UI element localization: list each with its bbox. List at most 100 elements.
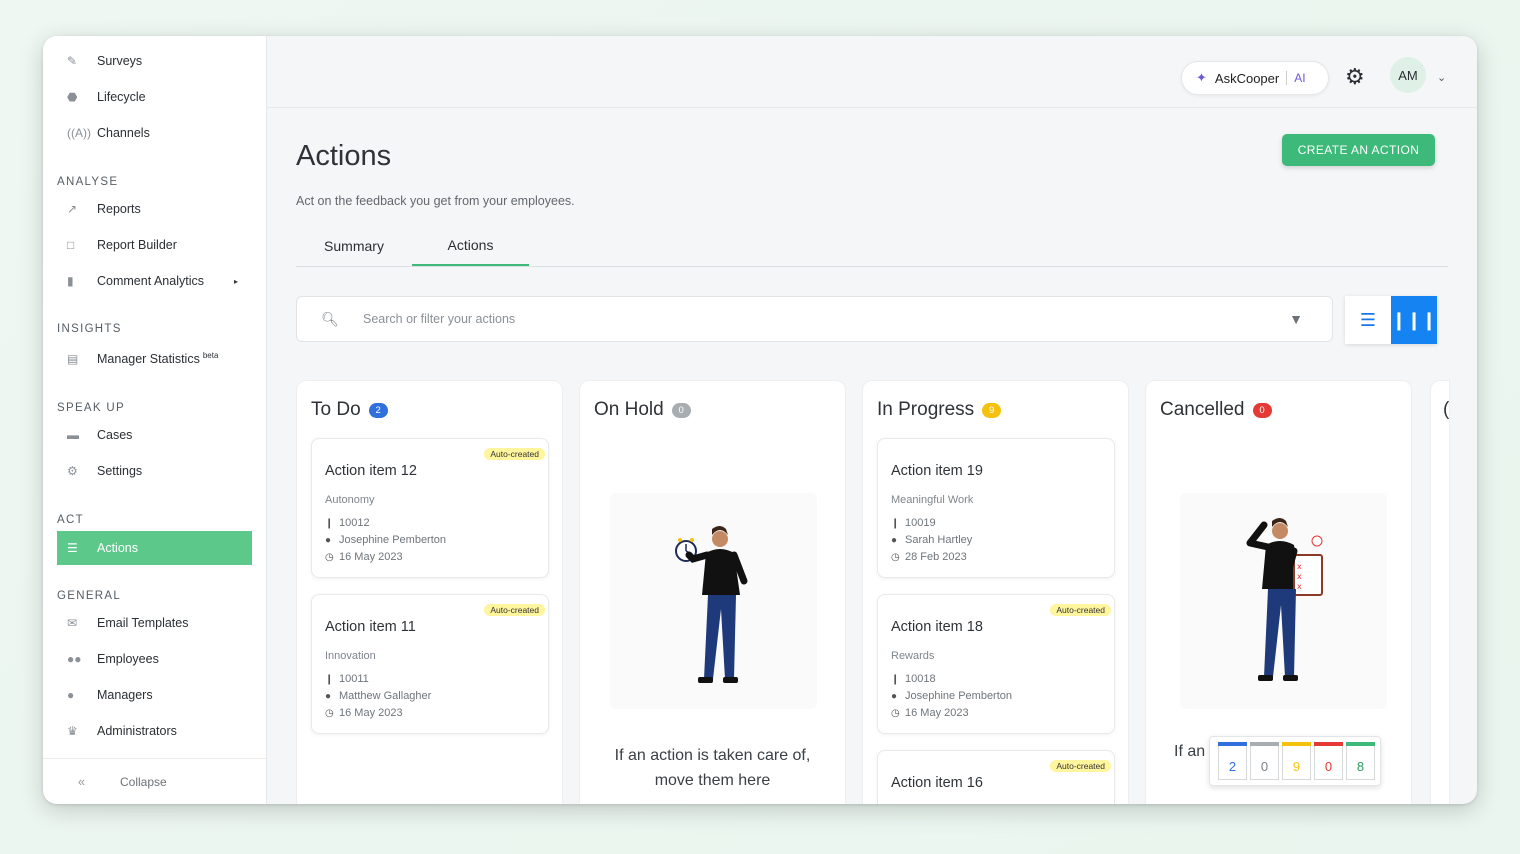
sidebar-item-label: Comment Analytics	[97, 274, 204, 288]
askcooper-button[interactable]: ✦ AskCooper AI	[1181, 61, 1329, 95]
askcooper-label: AskCooper	[1214, 70, 1280, 86]
list-view-button[interactable]: ☰	[1345, 296, 1391, 344]
barcode-icon: ❙	[325, 673, 334, 685]
page-subtitle: Act on the feedback you get from your em…	[296, 194, 575, 208]
email-template-icon: ✉	[67, 616, 78, 630]
card-date-row: ◷ 16 May 2023	[891, 707, 969, 719]
card-date-row: ◷ 28 Feb 2023	[891, 551, 967, 563]
action-card[interactable]: Auto-created Action item 18 Rewards ❙ 100…	[877, 594, 1115, 734]
section-label-general: GENERAL	[57, 590, 122, 602]
mini-board-cell: 0	[1250, 742, 1279, 780]
card-id-row: ❙ 10012	[325, 517, 370, 529]
brush-icon: ✎	[67, 54, 78, 68]
card-date-row: ◷ 16 May 2023	[325, 707, 403, 719]
search-bar: 🔍︎ ▼	[296, 296, 1333, 342]
sidebar-item-lifecycle[interactable]: ⬣ Lifecycle	[57, 80, 252, 114]
card-title: Action item 12	[325, 463, 417, 479]
action-card[interactable]: Auto-created Action item 16	[877, 750, 1115, 804]
sidebar-item-surveys[interactable]: ✎ Surveys	[57, 44, 252, 78]
avatar[interactable]: AM	[1390, 57, 1426, 93]
section-label-insights: INSIGHTS	[57, 323, 122, 335]
settings-gear-icon[interactable]: ⚙	[1345, 64, 1365, 90]
count-badge: 0	[1252, 402, 1272, 418]
collapse-label: Collapse	[120, 774, 167, 789]
sidebar-item-email-templates[interactable]: ✉ Email Templates	[57, 606, 252, 640]
mini-board-cell: 8	[1346, 742, 1375, 780]
page-title: Actions	[296, 140, 392, 172]
lifecycle-icon: ⬣	[67, 90, 78, 104]
column-title: To Do	[311, 399, 361, 420]
sidebar-item-channels[interactable]: ((A)) Channels	[57, 116, 252, 150]
clock-icon: ◷	[891, 551, 900, 563]
mini-board-cell: 9	[1282, 742, 1311, 780]
collapse-button[interactable]: « Collapse	[43, 758, 267, 804]
user-icon: ●	[325, 690, 332, 702]
clock-icon: ◷	[325, 707, 334, 719]
ai-label: AI	[1294, 71, 1306, 85]
search-input[interactable]	[363, 312, 1260, 326]
column-in-progress: In Progress 9 Action item 19 Meaningful …	[862, 380, 1129, 804]
card-id-row: ❙ 10018	[891, 673, 936, 685]
column-title: On Hold	[594, 399, 664, 420]
sidebar-item-reports[interactable]: ↗ Reports	[57, 192, 252, 226]
action-card[interactable]: Action item 19 Meaningful Work ❙ 10019 ● S…	[877, 438, 1115, 578]
barcode-icon: ❙	[891, 517, 900, 529]
sidebar: ✎ Surveys ⬣ Lifecycle ((A)) Channels ANA…	[43, 36, 267, 804]
card-title: Action item 19	[891, 463, 983, 479]
tab-summary[interactable]: Summary	[296, 226, 412, 266]
section-label-act: ACT	[57, 514, 84, 526]
auto-created-badge: Auto-created	[1050, 760, 1111, 772]
svg-text:x: x	[1297, 572, 1302, 581]
card-person-row: ● Josephine Pemberton	[325, 534, 447, 546]
card-date-row: ◷ 16 May 2023	[325, 551, 403, 563]
board-view-button[interactable]: ❙❙❙	[1391, 296, 1437, 344]
auto-created-badge: Auto-created	[484, 604, 545, 616]
filter-icon[interactable]: ▼	[1260, 311, 1332, 327]
sidebar-item-settings[interactable]: ⚙ Settings	[57, 454, 252, 488]
divider	[1286, 71, 1288, 85]
gear-icon: ⚙	[67, 464, 78, 478]
count-badge: 2	[368, 402, 388, 418]
card-title: Action item 11	[325, 619, 416, 635]
sidebar-item-label: Actions	[97, 541, 138, 555]
card-person-row: ● Sarah Hartley	[891, 534, 973, 546]
empty-state-text: If an	[1174, 743, 1206, 760]
column-header: In Progress 9	[877, 399, 1002, 421]
sidebar-item-report-builder[interactable]: □ Report Builder	[57, 228, 252, 262]
sidebar-item-employees[interactable]: ●● Employees	[57, 642, 252, 676]
empty-state-illustration	[610, 493, 817, 709]
board-view-icon: ❙❙❙	[1391, 309, 1437, 330]
mini-board-cell: 0	[1314, 742, 1343, 780]
sidebar-item-label: Cases	[97, 428, 133, 442]
auto-created-badge: Auto-created	[1050, 604, 1111, 616]
column-todo: To Do 2 Auto-created Action item 12 Auto…	[296, 380, 563, 804]
card-category: Innovation	[325, 650, 376, 662]
tab-actions[interactable]: Actions	[412, 226, 529, 266]
section-label-analyse: ANALYSE	[57, 176, 119, 188]
sidebar-item-actions[interactable]: ☰ Actions	[57, 531, 252, 565]
action-card[interactable]: Auto-created Action item 12 Autonomy ❙ 10…	[311, 438, 549, 578]
column-next-partial: (	[1430, 380, 1450, 804]
sidebar-item-managers[interactable]: ● Managers	[57, 678, 252, 712]
empty-state-text: If an action is taken care of, move them…	[614, 747, 811, 789]
search-icon: 🔍︎	[321, 310, 339, 327]
sidebar-item-label: Report Builder	[97, 238, 177, 252]
create-action-button[interactable]: CREATE AN ACTION	[1282, 134, 1435, 166]
action-card[interactable]: Auto-created Action item 11 Innovation ❙…	[311, 594, 549, 734]
sidebar-item-comment-analytics[interactable]: ▮ Comment Analytics ▸	[57, 264, 252, 298]
chevron-down-icon[interactable]: ⌄	[1437, 71, 1446, 84]
app-window: ✎ Surveys ⬣ Lifecycle ((A)) Channels ANA…	[43, 36, 1477, 804]
svg-text:x: x	[1297, 562, 1302, 571]
sidebar-item-cases[interactable]: ▬ Cases	[57, 418, 252, 452]
sidebar-item-manager-statistics[interactable]: ▤ Manager Statistics beta	[57, 342, 252, 376]
auto-created-badge: Auto-created	[484, 448, 545, 460]
caret-right-icon: ▸	[233, 276, 238, 286]
card-category: Autonomy	[325, 494, 375, 506]
topbar: ✦ AskCooper AI ⚙ AM ⌄	[267, 36, 1477, 108]
crown-icon: ♛	[67, 724, 78, 738]
sidebar-item-label: Email Templates	[97, 616, 189, 630]
sidebar-item-administrators[interactable]: ♛ Administrators	[57, 714, 252, 748]
barcode-icon: ❙	[891, 673, 900, 685]
tab-bar: Summary Actions	[296, 226, 1448, 267]
card-person-row: ● Josephine Pemberton	[891, 690, 1013, 702]
